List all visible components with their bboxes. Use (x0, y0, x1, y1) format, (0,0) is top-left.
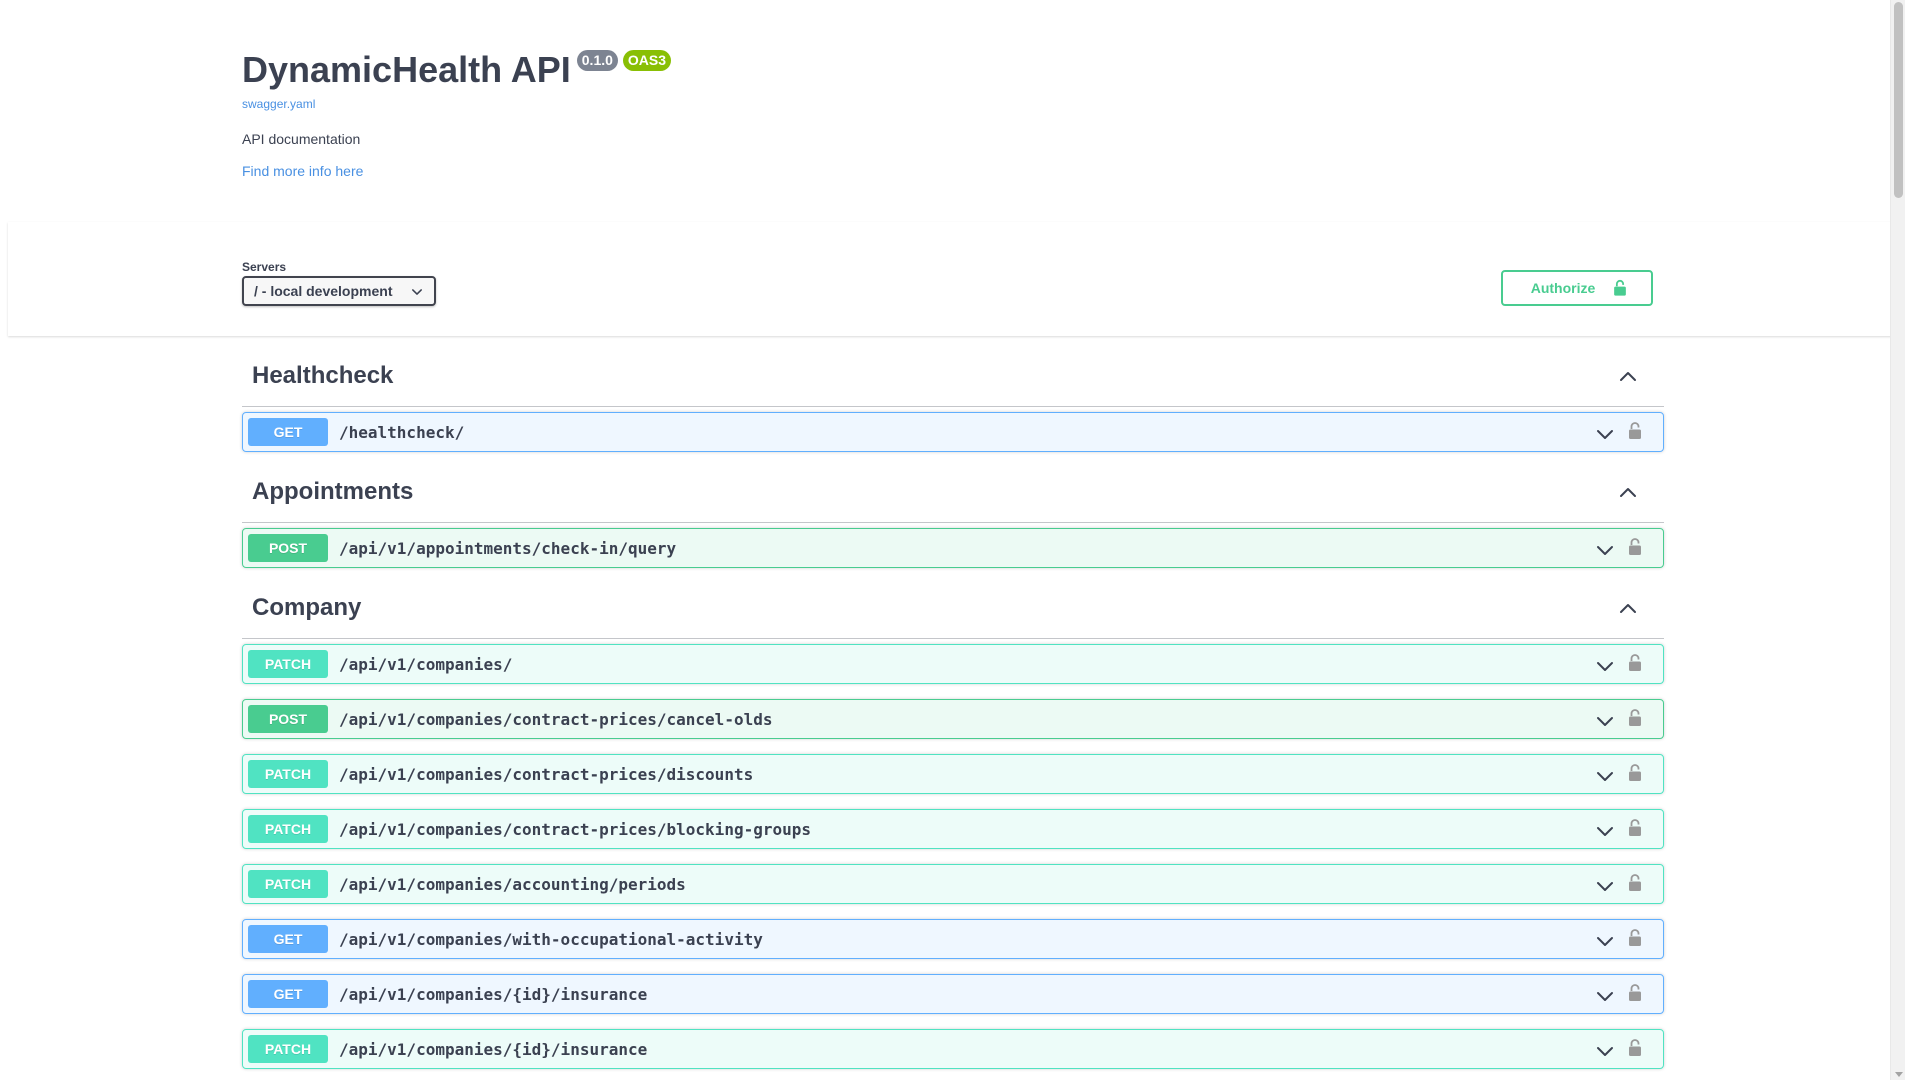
unlocked-icon[interactable] (1625, 708, 1645, 728)
page-scrollbar[interactable] (1890, 0, 1905, 1080)
tag-header[interactable]: Appointments (242, 466, 1664, 523)
more-info-link[interactable]: Find more info here (242, 163, 1662, 179)
chevron-down-icon[interactable] (1595, 711, 1615, 731)
chevron-up-icon[interactable] (1618, 599, 1638, 619)
unlocked-icon[interactable] (1625, 873, 1645, 893)
chevron-down-icon[interactable] (1595, 656, 1615, 676)
unlocked-icon[interactable] (1625, 928, 1645, 948)
tag-title: Appointments (252, 478, 414, 505)
api-description: API documentation (242, 131, 361, 147)
chevron-down-icon (412, 289, 422, 295)
operation-get[interactable]: GET/api/v1/companies/{id}/insurance (242, 974, 1664, 1014)
operation-path: /api/v1/companies/contract-prices/blocki… (339, 820, 812, 839)
api-info: DynamicHealth API 0.1.0 OAS3 swagger.yam… (242, 48, 1662, 179)
unlocked-icon (1614, 279, 1627, 296)
chevron-down-icon[interactable] (1595, 1041, 1615, 1061)
operation-post[interactable]: POST/api/v1/companies/contract-prices/ca… (242, 699, 1664, 739)
operation-get[interactable]: GET/api/v1/companies/with-occupational-a… (242, 919, 1664, 959)
http-method-badge: POST (248, 705, 328, 733)
operation-patch[interactable]: PATCH/api/v1/companies/{id}/insurance (242, 1029, 1664, 1069)
oas-badge: OAS3 (622, 50, 672, 71)
api-title: DynamicHealth API (242, 49, 571, 90)
operation-post[interactable]: POST/api/v1/appointments/check-in/query (242, 528, 1664, 568)
operation-path: /api/v1/appointments/check-in/query (339, 539, 677, 558)
http-method-badge: POST (248, 534, 328, 562)
operation-get[interactable]: GET/healthcheck/ (242, 412, 1664, 452)
operation-patch[interactable]: PATCH/api/v1/companies/ (242, 644, 1664, 684)
operation-patch[interactable]: PATCH/api/v1/companies/accounting/period… (242, 864, 1664, 904)
tag-section-appointments: Appointments POST/api/v1/appointments/che… (242, 466, 1664, 568)
http-method-badge: GET (248, 418, 328, 446)
operation-path: /api/v1/companies/contract-prices/cancel… (339, 710, 773, 729)
operation-path: /api/v1/companies/ (339, 655, 513, 674)
unlocked-icon[interactable] (1625, 653, 1645, 673)
unlocked-icon[interactable] (1625, 983, 1645, 1003)
chevron-down-icon[interactable] (1595, 424, 1615, 444)
http-method-badge: PATCH (248, 815, 328, 843)
servers-label: Servers (242, 260, 287, 274)
operation-patch[interactable]: PATCH/api/v1/companies/contract-prices/b… (242, 809, 1664, 849)
chevron-down-icon[interactable] (1595, 876, 1615, 896)
unlocked-icon[interactable] (1625, 763, 1645, 783)
title-row: DynamicHealth API 0.1.0 OAS3 (242, 48, 1662, 92)
unlocked-icon[interactable] (1625, 421, 1645, 441)
operation-patch[interactable]: PATCH/api/v1/companies/contract-prices/d… (242, 754, 1664, 794)
operation-path: /api/v1/companies/accounting/periods (339, 875, 686, 894)
version-badge: 0.1.0 (576, 50, 618, 71)
http-method-badge: GET (248, 925, 328, 953)
chevron-up-icon[interactable] (1618, 483, 1638, 503)
operations-list: Healthcheck GET/healthcheck/Appointments P… (242, 350, 1664, 1080)
operation-path: /api/v1/companies/with-occupational-acti… (339, 930, 763, 949)
operation-path: /api/v1/companies/{id}/insurance (339, 985, 648, 1004)
swagger-page: DynamicHealth API 0.1.0 OAS3 swagger.yam… (0, 0, 1905, 1080)
tag-title: Company (252, 594, 362, 621)
tag-header[interactable]: Healthcheck (242, 350, 1664, 407)
chevron-down-icon[interactable] (1595, 986, 1615, 1006)
authorize-label: Authorize (1530, 280, 1596, 296)
servers-select[interactable]: / - local development (242, 276, 436, 306)
unlocked-icon[interactable] (1625, 1038, 1645, 1058)
http-method-badge: PATCH (248, 1035, 328, 1063)
tag-title: Healthcheck (252, 362, 394, 389)
authorize-button[interactable]: Authorize (1501, 270, 1653, 306)
chevron-down-icon[interactable] (1595, 931, 1615, 951)
scroll-down-arrow-icon[interactable] (1895, 1072, 1903, 1077)
unlocked-icon[interactable] (1625, 537, 1645, 557)
tag-section-company: Company PATCH/api/v1/companies/POST/api/v… (242, 582, 1664, 1069)
http-method-badge: PATCH (248, 760, 328, 788)
servers-selected-value: / - local development (254, 283, 393, 299)
operation-path: /api/v1/companies/contract-prices/discou… (339, 765, 754, 784)
scheme-container: Servers / - local development Authorize (8, 222, 1896, 336)
scrollbar-thumb[interactable] (1894, 2, 1903, 198)
chevron-up-icon[interactable] (1618, 367, 1638, 387)
operation-path: /healthcheck/ (339, 423, 465, 442)
tag-section-healthcheck: Healthcheck GET/healthcheck/ (242, 350, 1664, 452)
chevron-down-icon[interactable] (1595, 821, 1615, 841)
operation-path: /api/v1/companies/{id}/insurance (339, 1040, 648, 1059)
spec-file-link[interactable]: swagger.yaml (242, 97, 1662, 111)
chevron-down-icon[interactable] (1595, 540, 1615, 560)
tag-header[interactable]: Company (242, 582, 1664, 639)
http-method-badge: PATCH (248, 870, 328, 898)
unlocked-icon[interactable] (1625, 818, 1645, 838)
chevron-down-icon[interactable] (1595, 766, 1615, 786)
http-method-badge: GET (248, 980, 328, 1008)
http-method-badge: PATCH (248, 650, 328, 678)
